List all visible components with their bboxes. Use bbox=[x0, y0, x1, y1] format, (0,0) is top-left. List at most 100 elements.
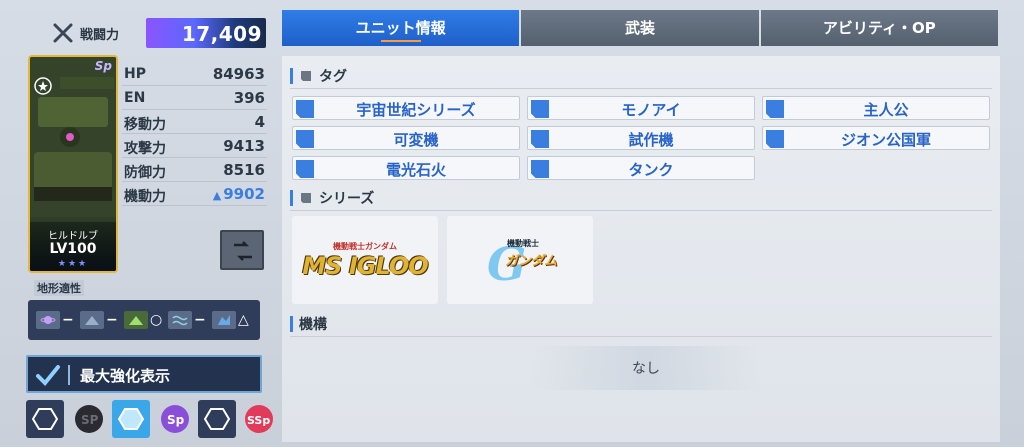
divider bbox=[68, 365, 70, 385]
series-logo-title: MS IGLOO bbox=[302, 251, 428, 280]
star-medal-icon bbox=[34, 77, 52, 95]
hexagon-outline-icon bbox=[204, 408, 230, 430]
section-divider bbox=[290, 88, 992, 89]
stat-label: HP bbox=[124, 66, 146, 82]
tag-label: 電光石火 bbox=[385, 161, 446, 179]
stat-row-attack: 攻撃力 9413 bbox=[122, 134, 267, 158]
tag-label: 試作機 bbox=[628, 131, 674, 149]
tag-label: モノアイ bbox=[621, 101, 681, 119]
tag-label: タンク bbox=[628, 161, 674, 179]
upgrade-icons-row: SP Sp SSp bbox=[26, 400, 276, 440]
hexagon-outline-icon bbox=[32, 408, 58, 430]
tag-item[interactable]: ジオン公国軍 bbox=[762, 126, 990, 150]
sp-emblem-purple[interactable]: Sp bbox=[156, 400, 194, 438]
stat-value: 396 bbox=[233, 89, 265, 107]
svg-text:Sp: Sp bbox=[167, 413, 185, 427]
combat-power-label: 戦闘力 bbox=[80, 28, 120, 43]
ssp-emblem[interactable]: SSp bbox=[240, 400, 278, 438]
stat-value: 9413 bbox=[223, 137, 265, 155]
crossed-swords-icon bbox=[53, 23, 73, 43]
hexagon-slot-button-2[interactable] bbox=[198, 400, 236, 438]
terrain-space: − bbox=[36, 308, 78, 332]
tag-icon bbox=[766, 100, 784, 118]
terrain-aptitude-panel: − − ○ − △ bbox=[28, 300, 260, 340]
section-divider bbox=[290, 210, 992, 211]
stat-value: 84963 bbox=[212, 65, 265, 83]
tab-unit-info[interactable]: ユニット情報 bbox=[282, 10, 520, 46]
terrain-underwater: △ bbox=[212, 308, 254, 332]
terrain-grade: − bbox=[106, 312, 118, 328]
terrain-aptitude-label: 地形適性 bbox=[34, 280, 84, 296]
max-enhancement-toggle[interactable]: 最大強化表示 bbox=[26, 355, 262, 393]
combat-power-value: 17,409 bbox=[181, 22, 262, 46]
hexagon-slot-active-button[interactable] bbox=[112, 400, 150, 438]
tag-item[interactable]: 試作機 bbox=[527, 126, 755, 150]
sp-emblem-dark[interactable]: SP bbox=[70, 400, 108, 438]
stat-label: EN bbox=[124, 90, 146, 106]
boost-up-arrow-icon: ▲ bbox=[212, 189, 222, 202]
stat-row-en: EN 396 bbox=[122, 86, 267, 110]
unit-info-panel: タグ 宇宙世紀シリーズ モノアイ 主人公 可変機 試作機 ジオン公国軍 電光石火… bbox=[282, 56, 1000, 442]
stat-row-hp: HP 84963 bbox=[122, 62, 267, 86]
tag-icon bbox=[296, 130, 314, 148]
stat-label: 攻撃力 bbox=[124, 141, 166, 157]
tag-section-icon bbox=[301, 71, 311, 81]
swap-arrows-icon bbox=[234, 241, 252, 261]
tags-section-header: タグ bbox=[290, 66, 347, 86]
series-section-title: シリーズ bbox=[319, 191, 375, 207]
section-accent-bar bbox=[290, 316, 293, 332]
water-icon bbox=[168, 311, 192, 329]
terrain-ground: ○ bbox=[124, 308, 166, 332]
swap-unit-button[interactable] bbox=[220, 230, 264, 270]
stat-row-mobility: 機動力 ▲ 9902 bbox=[122, 182, 267, 206]
tags-section-title: タグ bbox=[319, 69, 347, 85]
tag-item[interactable]: 主人公 bbox=[762, 96, 990, 120]
section-accent-bar bbox=[290, 68, 293, 84]
tag-icon bbox=[531, 100, 549, 118]
unit-portrait-card[interactable]: Sp ヒルドルブ LV100 ★★★ bbox=[28, 55, 118, 273]
stat-row-move: 移動力 4 bbox=[122, 110, 267, 134]
series-card-gundam[interactable]: G 機動戦士 ガンダム bbox=[447, 216, 593, 304]
tab-armament[interactable]: 武装 bbox=[521, 10, 759, 46]
sp-purple-emblem-icon: Sp bbox=[161, 405, 189, 433]
tag-item[interactable]: 宇宙世紀シリーズ bbox=[292, 96, 520, 120]
tag-icon bbox=[296, 160, 314, 178]
tag-icon bbox=[296, 100, 314, 118]
series-card-ms-igloo[interactable]: 機動戦士ガンダム MS IGLOO bbox=[292, 216, 438, 304]
tag-item[interactable]: タンク bbox=[527, 156, 755, 180]
stat-value-boosted: ▲ 9902 bbox=[213, 185, 265, 203]
mechanism-empty-box: なし bbox=[530, 346, 762, 390]
combat-power: 戦闘力 17,409 bbox=[50, 16, 266, 50]
detail-tabs: ユニット情報 武装 アビリティ・OP bbox=[282, 10, 1000, 46]
mechanism-section-header: 機構 bbox=[290, 314, 327, 334]
stat-value-number: 9902 bbox=[223, 185, 265, 203]
ssp-emblem-icon: SSp bbox=[245, 405, 273, 433]
tab-ability-op[interactable]: アビリティ・OP bbox=[760, 10, 998, 46]
tag-icon bbox=[531, 160, 549, 178]
svg-text:SSp: SSp bbox=[247, 414, 270, 427]
terrain-grade: − bbox=[62, 312, 74, 328]
checkmark-icon bbox=[36, 365, 60, 386]
underwater-icon bbox=[212, 311, 236, 329]
section-accent-bar bbox=[290, 190, 293, 206]
series-section-icon bbox=[301, 193, 311, 203]
stat-value: 8516 bbox=[223, 161, 265, 179]
hexagon-slot-button[interactable] bbox=[26, 400, 64, 438]
tag-item[interactable]: 電光石火 bbox=[292, 156, 520, 180]
tag-item[interactable]: モノアイ bbox=[527, 96, 755, 120]
max-enhancement-label: 最大強化表示 bbox=[80, 367, 171, 385]
svg-text:SP: SP bbox=[81, 413, 99, 427]
ground-icon bbox=[124, 311, 148, 329]
unit-name: ヒルドルブ bbox=[48, 231, 98, 242]
mechanism-empty-text: なし bbox=[632, 361, 660, 377]
series-logo-title: ガンダム bbox=[505, 254, 558, 269]
stat-value: 4 bbox=[254, 113, 265, 131]
tag-icon bbox=[531, 130, 549, 148]
tag-item[interactable]: 可変機 bbox=[292, 126, 520, 150]
terrain-water: − bbox=[168, 308, 210, 332]
series-logo-subtitle: 機動戦士ガンダム bbox=[333, 241, 397, 251]
air-icon bbox=[80, 311, 104, 329]
terrain-grade: △ bbox=[238, 312, 249, 328]
terrain-grade: − bbox=[194, 312, 206, 328]
section-divider bbox=[290, 336, 992, 337]
